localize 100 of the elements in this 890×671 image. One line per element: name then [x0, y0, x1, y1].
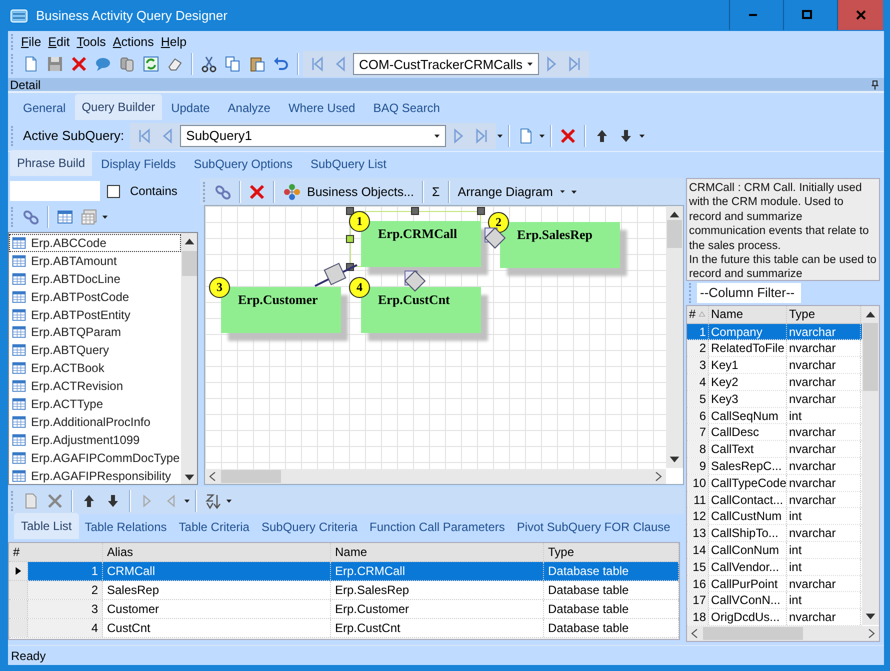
arrange-diagram-button[interactable]: Arrange Diagram: [454, 184, 570, 198]
list-item[interactable]: Erp.ABTAmount: [9, 252, 181, 270]
column-header[interactable]: Name: [709, 306, 787, 323]
tab[interactable]: Table List: [14, 513, 79, 539]
scrollbar-thumb[interactable]: [703, 627, 803, 640]
list-item[interactable]: Erp.ACTType: [9, 395, 181, 413]
table-icon[interactable]: [56, 208, 74, 226]
list-item[interactable]: Erp.ABTQParam: [9, 323, 181, 342]
menu-item[interactable]: Actions: [110, 34, 159, 48]
menu-item[interactable]: Tools: [74, 34, 111, 48]
link-icon[interactable]: [22, 208, 40, 226]
record-dropdown[interactable]: COM-CustTrackerCRMCalls: [353, 53, 539, 75]
grid-row[interactable]: 9 SalesRepC... nvarchar: [687, 458, 862, 475]
grid-row[interactable]: 2 RelatedToFile nvarchar: [687, 340, 862, 358]
table-node[interactable]: Erp.CRMCall: [361, 221, 481, 267]
tab[interactable]: Phrase Build: [10, 150, 92, 176]
caret-icon[interactable]: [638, 132, 646, 140]
sort-icon[interactable]: [204, 492, 222, 510]
list-item[interactable]: Erp.Adjustment1099: [9, 430, 181, 449]
grid-row[interactable]: 5 Key3 nvarchar: [687, 390, 862, 408]
attachment-icon[interactable]: [118, 55, 136, 73]
caret-icon[interactable]: [225, 496, 233, 504]
grid-row[interactable]: 7 CallDesc nvarchar: [687, 424, 862, 442]
caret-icon[interactable]: [538, 132, 546, 140]
join-icon[interactable]: [403, 269, 427, 293]
tab[interactable]: Where Used: [279, 97, 364, 120]
tab[interactable]: Function Call Parameters: [364, 516, 511, 539]
grid-row[interactable]: 11 CallContact... nvarchar: [687, 492, 862, 508]
tab[interactable]: Query Builder: [74, 94, 162, 120]
subquery-dropdown[interactable]: SubQuery1: [180, 124, 446, 146]
list-item[interactable]: Erp.AGAFIPCommDocType: [9, 448, 181, 467]
table-node[interactable]: Erp.CustCnt: [361, 287, 481, 333]
grid-row[interactable]: 4 Key2 nvarchar: [687, 374, 862, 391]
tab[interactable]: SubQuery List: [301, 153, 396, 176]
grid-row[interactable]: 14 CallConNum int: [687, 542, 862, 559]
caret-icon[interactable]: [496, 132, 504, 140]
column-header[interactable]: Type: [787, 306, 861, 323]
grid-row[interactable]: 6 CallSeqNum int: [687, 408, 862, 424]
table-row[interactable]: 3 Customer Erp.Customer Database table: [9, 600, 679, 619]
table-node[interactable]: Erp.SalesRep: [500, 222, 620, 268]
table-row[interactable]: 4 CustCnt Erp.CustCnt Database table: [9, 619, 679, 638]
tab[interactable]: Analyze: [218, 97, 280, 120]
list-item[interactable]: Erp.ABTQuery: [9, 341, 181, 360]
caret-icon[interactable]: [101, 213, 109, 221]
menu-item[interactable]: File: [19, 34, 46, 48]
table-node[interactable]: Erp.Customer: [221, 287, 341, 333]
scrollbar-thumb[interactable]: [182, 251, 197, 276]
list-item[interactable]: Erp.ABTDocLine: [9, 270, 181, 288]
column-filter-field[interactable]: --Column Filter--: [697, 282, 801, 303]
table-row[interactable]: 2 SalesRep Erp.SalesRep Database table: [9, 581, 679, 600]
chat-icon[interactable]: [94, 55, 112, 73]
scrollbar-thumb[interactable]: [863, 322, 878, 391]
list-item[interactable]: Erp.ABCCode: [9, 234, 181, 252]
list-item[interactable]: Erp.ACTRevision: [9, 377, 181, 396]
scrollbar-thumb[interactable]: [667, 220, 682, 248]
paste-icon[interactable]: [248, 55, 266, 73]
sum-button[interactable]: Σ: [428, 184, 444, 198]
join-icon[interactable]: [483, 226, 507, 250]
checkbox[interactable]: [107, 184, 120, 198]
delete-icon[interactable]: [70, 55, 88, 73]
undo-icon[interactable]: [272, 55, 290, 73]
tab[interactable]: Update: [162, 97, 219, 120]
grid-row[interactable]: 15 CallVendor... int: [687, 558, 862, 576]
delete-icon[interactable]: [559, 126, 578, 144]
tab[interactable]: Display Fields: [92, 153, 185, 176]
pin-icon[interactable]: [869, 78, 881, 90]
tab[interactable]: SubQuery Criteria: [255, 516, 364, 539]
copy-icon[interactable]: [224, 55, 242, 73]
grid-row[interactable]: 8 CallText nvarchar: [687, 441, 862, 458]
list-item[interactable]: Erp.ABTPostEntity: [9, 306, 181, 324]
list-item[interactable]: Erp.ACTBook: [9, 359, 181, 378]
grid-row[interactable]: 3 Key1 nvarchar: [687, 357, 862, 374]
list-item[interactable]: Erp.ABTPostCode: [9, 288, 181, 306]
column-header[interactable]: #: [689, 307, 696, 322]
grid-row[interactable]: 12 CallCustNum int: [687, 508, 862, 526]
caret-icon[interactable]: [183, 496, 191, 504]
tab[interactable]: Pivot SubQuery FOR Clause: [510, 516, 676, 539]
tab[interactable]: BAQ Search: [364, 97, 449, 120]
scrollbar-thumb[interactable]: [221, 470, 281, 483]
list-item[interactable]: Erp.AGAFIPResponsibility: [9, 466, 181, 484]
link-icon[interactable]: [214, 182, 232, 200]
search-field[interactable]: [10, 181, 100, 201]
tab[interactable]: General: [14, 97, 75, 120]
grid-row[interactable]: 17 CallVConN... int: [687, 592, 862, 610]
save-icon[interactable]: [46, 55, 64, 73]
grid-row[interactable]: 13 CallShipTo... nvarchar: [687, 525, 862, 542]
tab[interactable]: Table Relations: [78, 516, 173, 539]
delete-icon[interactable]: [248, 182, 266, 200]
tab[interactable]: Table Criteria: [172, 516, 256, 539]
grid-row[interactable]: 16 CallPurPoint nvarchar: [687, 576, 862, 592]
grid-row[interactable]: 10 CallTypeCode nvarchar: [687, 474, 862, 492]
table-row[interactable]: 1 CRMCall Erp.CRMCall Database table: [9, 562, 679, 581]
tab[interactable]: SubQuery Options: [184, 153, 302, 176]
grid-row[interactable]: 1 Company nvarchar: [687, 324, 862, 340]
delete-icon[interactable]: [46, 492, 64, 510]
refresh-icon[interactable]: [142, 55, 160, 73]
menu-item[interactable]: Edit: [46, 34, 75, 48]
business-objects-button[interactable]: Business Objects...: [279, 182, 418, 200]
menu-item[interactable]: Help: [158, 34, 192, 48]
list-item[interactable]: Erp.AdditionalProcInfo: [9, 412, 181, 431]
